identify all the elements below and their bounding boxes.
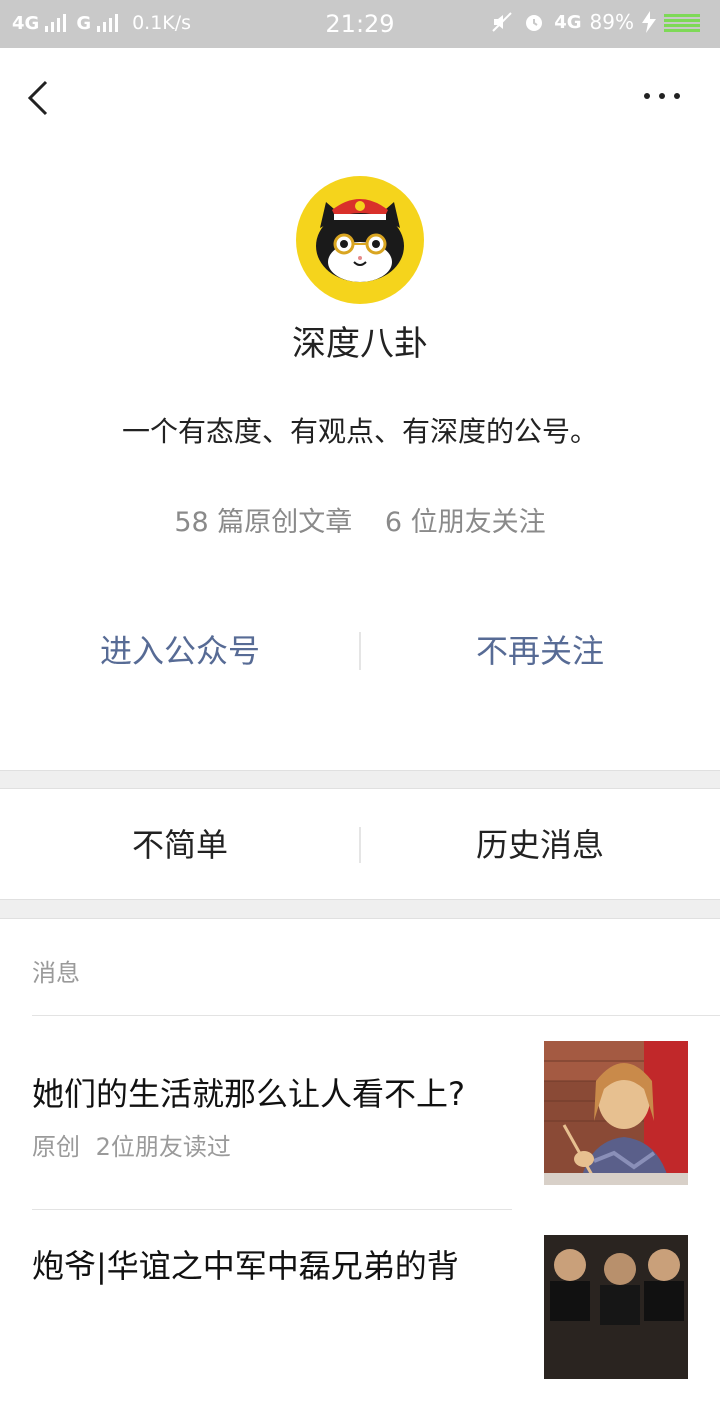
messages-title: 消息: [32, 959, 80, 987]
nav-bar: [0, 48, 720, 146]
article-item[interactable]: 她们的生活就那么让人看不上? 原创 2位朋友读过: [0, 1039, 720, 1210]
status-bar: 4G G 0.1K/s 21:29 4G 89%: [0, 0, 720, 48]
article-thumbnail-image: [544, 1041, 688, 1185]
status-right: 4G 89%: [490, 10, 704, 34]
battery-percent: 89%: [589, 10, 634, 34]
friends-read-count: 2位朋友读过: [95, 1133, 231, 1161]
account-profile: 深度八卦 一个有态度、有观点、有深度的公号。 58 篇原创文章 6 位朋友关注 …: [0, 146, 720, 770]
article-item[interactable]: 炮爷|华谊之中军中磊兄弟的背: [0, 1209, 720, 1409]
chevron-left-icon[interactable]: [26, 78, 56, 118]
profile-actions: 进入公众号 不再关注: [0, 616, 720, 686]
article-thumbnail: [544, 1235, 688, 1379]
mute-icon: [492, 12, 512, 32]
account-name: 深度八卦: [292, 324, 428, 364]
article-thumbnail-image: [544, 1235, 688, 1379]
section-gap: [0, 900, 720, 918]
charging-icon: [642, 11, 656, 33]
battery-icon: [664, 12, 704, 32]
article-thumbnail: [544, 1041, 688, 1185]
menu-item-history[interactable]: 历史消息: [360, 789, 720, 901]
section-gap: [0, 770, 720, 788]
alarm-icon: [526, 15, 543, 31]
friends-following-count: 6 位朋友关注: [384, 507, 546, 538]
divider: [32, 1015, 720, 1016]
menu-item-bu-jian-dan[interactable]: 不简单: [0, 789, 360, 901]
enter-account-button[interactable]: 进入公众号: [0, 616, 360, 686]
network-type-3: 4G: [554, 11, 582, 33]
original-articles-count: 58 篇原创文章: [174, 507, 353, 538]
unfollow-button[interactable]: 不再关注: [360, 616, 720, 686]
cat-mascot-icon: [316, 199, 404, 282]
messages-section: 消息 她们的生活就那么让人看不上? 原创 2位朋友读过 炮爷|华谊之中军中磊兄弟…: [0, 918, 720, 1379]
account-menu: 不简单 历史消息: [0, 788, 720, 900]
avatar: [296, 176, 424, 304]
more-dots-icon[interactable]: [644, 88, 684, 104]
article-title: 她们的生活就那么让人看不上?: [32, 1075, 465, 1113]
account-stats: 58 篇原创文章 6 位朋友关注: [0, 500, 720, 539]
original-tag: 原创: [32, 1133, 80, 1161]
article-title: 炮爷|华谊之中军中磊兄弟的背: [32, 1247, 459, 1285]
account-description: 一个有态度、有观点、有深度的公号。: [121, 415, 598, 448]
article-meta: 原创 2位朋友读过: [32, 1127, 231, 1162]
